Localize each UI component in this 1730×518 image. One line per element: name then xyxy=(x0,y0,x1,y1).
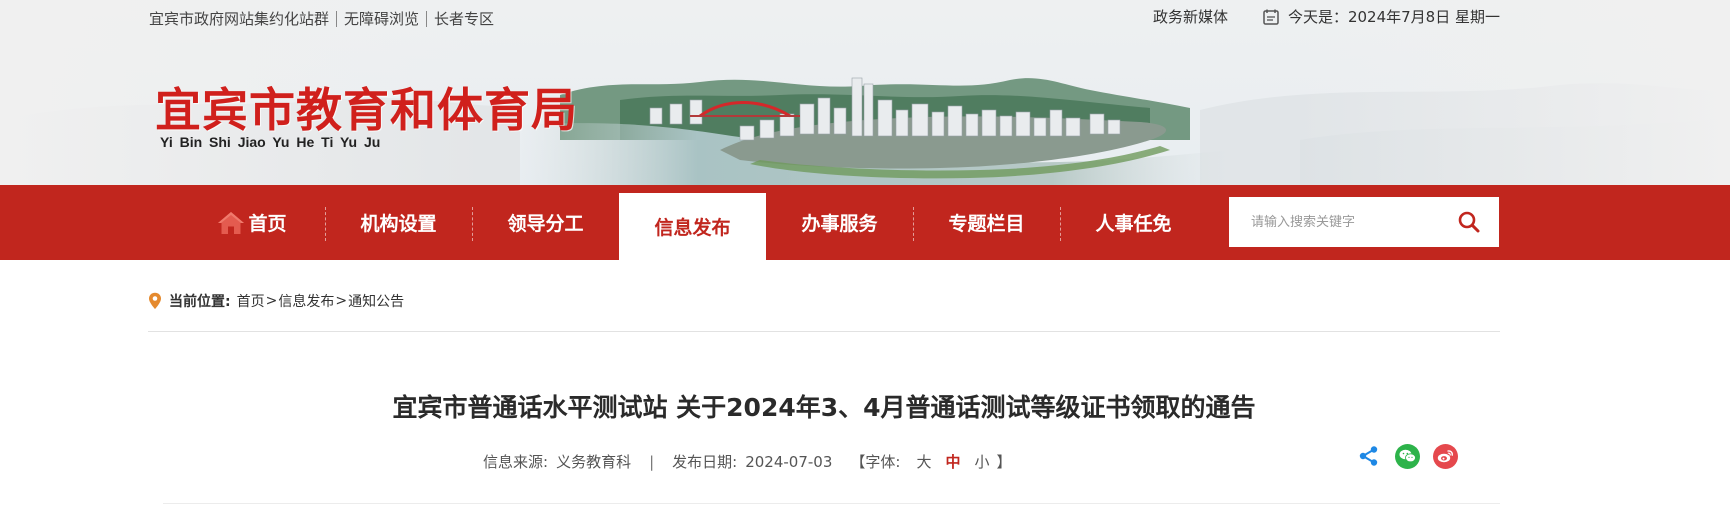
nav-item-personnel[interactable]: 人事任免 xyxy=(1060,185,1207,260)
search-button[interactable] xyxy=(1444,197,1494,247)
header-banner: 宜宾市政府网站集约化站群 无障碍浏览 长者专区 政务新媒体 今天是：2024年7… xyxy=(0,0,1730,185)
search-box xyxy=(1229,197,1499,247)
nav-item-label: 人事任免 xyxy=(1095,213,1172,235)
font-size-small-button[interactable]: 小 xyxy=(974,451,989,472)
breadcrumb-item-notices[interactable]: 通知公告 xyxy=(348,291,404,311)
breadcrumb-separator: > xyxy=(265,293,278,309)
nav-item-label: 办事服务 xyxy=(801,213,878,235)
source-value: 义务教育科 xyxy=(556,453,632,471)
nav-item-label: 信息发布 xyxy=(654,217,731,239)
font-size-switcher: 【字体: 大 中 小 】 xyxy=(850,451,1011,472)
topbar-link-elderly[interactable]: 长者专区 xyxy=(434,8,494,29)
nav-item-label: 机构设置 xyxy=(360,213,437,235)
font-size-label: 【字体: xyxy=(850,453,901,471)
weibo-share-button[interactable] xyxy=(1432,443,1458,469)
nav-item-special-topics[interactable]: 专题栏目 xyxy=(913,185,1060,260)
wechat-share-button[interactable] xyxy=(1394,443,1420,469)
nav-item-label: 专题栏目 xyxy=(948,213,1025,235)
breadcrumb-divider xyxy=(148,331,1500,332)
nav-item-label: 领导分工 xyxy=(507,213,584,235)
search-icon xyxy=(1458,211,1480,233)
wechat-icon xyxy=(1394,443,1420,469)
topbar-separator xyxy=(426,10,428,27)
breadcrumb-separator: > xyxy=(335,293,348,309)
topbar-link-accessibility[interactable]: 无障碍浏览 xyxy=(344,8,419,29)
article-header-divider xyxy=(163,503,1500,504)
share-bar xyxy=(1356,443,1470,469)
font-size-close: 】 xyxy=(996,453,1012,471)
breadcrumb-item-info-release[interactable]: 信息发布 xyxy=(278,291,334,311)
publish-date-label: 发布日期: xyxy=(672,453,738,471)
font-size-large-button[interactable]: 大 xyxy=(916,451,931,472)
nav-item-leadership[interactable]: 领导分工 xyxy=(472,185,619,260)
share-icon xyxy=(1359,446,1378,466)
breadcrumb: 当前位置: 首页 > 信息发布 > 通知公告 xyxy=(148,291,404,311)
topbar-separator xyxy=(336,10,338,27)
gov-new-media-link[interactable]: 政务新媒体 xyxy=(1153,6,1228,27)
location-pin-icon xyxy=(149,292,161,309)
nav-item-info-release[interactable]: 信息发布 xyxy=(619,193,766,260)
site-pinyin: Yi Bin Shi Jiao Yu He Ti Yu Ju xyxy=(160,134,381,150)
breadcrumb-item-home[interactable]: 首页 xyxy=(237,291,265,311)
site-title[interactable]: 宜宾市教育和体育局 xyxy=(155,74,578,140)
topbar-right: 政务新媒体 今天是：2024年7月8日 星期一 xyxy=(1153,6,1500,27)
article-meta: 信息来源: 义务教育科 | 发布日期: 2024-07-03 【字体: 大 中 … xyxy=(483,451,1012,472)
home-icon xyxy=(218,211,245,234)
article-title: 宜宾市普通话水平测试站 关于2024年3、4月普通话测试等级证书领取的通告 xyxy=(392,393,1256,422)
nav-item-label: 首页 xyxy=(248,213,287,235)
source-label: 信息来源: xyxy=(483,453,549,471)
share-button[interactable] xyxy=(1356,443,1382,469)
search-input[interactable] xyxy=(1229,197,1444,247)
weibo-icon xyxy=(1432,443,1458,469)
publish-date: 2024-07-03 xyxy=(745,452,833,471)
meta-separator: | xyxy=(649,452,655,471)
main-nav: 首页 机构设置 领导分工 信息发布 办事服务 专题栏目 人事任免 xyxy=(0,185,1730,260)
calendar-icon xyxy=(1263,9,1279,25)
topbar-links: 宜宾市政府网站集约化站群 无障碍浏览 长者专区 xyxy=(149,8,494,29)
nav-item-organization[interactable]: 机构设置 xyxy=(325,185,472,260)
font-size-medium-button[interactable]: 中 xyxy=(945,451,960,472)
nav-item-services[interactable]: 办事服务 xyxy=(766,185,913,260)
current-date: 今天是：2024年7月8日 星期一 xyxy=(1287,8,1500,26)
topbar-link-site-group[interactable]: 宜宾市政府网站集约化站群 xyxy=(149,8,329,29)
breadcrumb-label: 当前位置: xyxy=(169,294,231,310)
nav-item-home[interactable]: 首页 xyxy=(178,185,325,260)
